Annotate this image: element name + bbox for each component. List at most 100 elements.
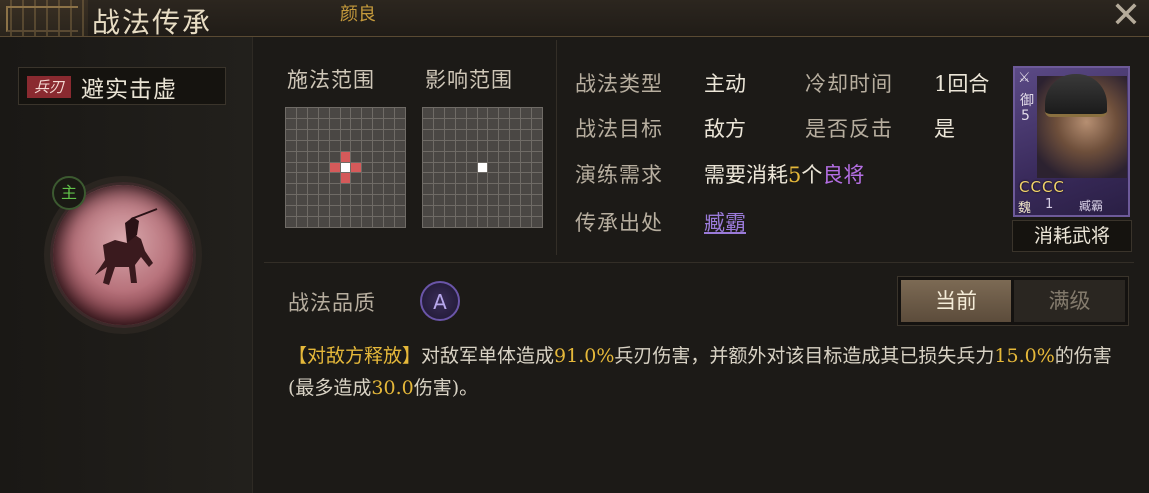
grid-cell — [351, 195, 362, 206]
quality-grade-badge: A — [420, 281, 460, 321]
grid-cell — [373, 162, 384, 173]
grid-cell — [340, 195, 351, 206]
grid-cell — [296, 140, 307, 151]
grid-cell — [510, 162, 521, 173]
grid-cell — [444, 108, 455, 118]
grid-cell — [318, 195, 329, 206]
grid-cell — [286, 108, 296, 118]
grid-cell — [499, 195, 510, 206]
grid-cell — [318, 162, 329, 173]
cast-range-grid — [285, 107, 406, 228]
grid-cell — [384, 118, 395, 129]
description-text: 对敌军单体造成 — [421, 345, 555, 367]
grid-cell — [286, 173, 296, 184]
grid-cell — [477, 184, 488, 195]
grid-cell — [477, 206, 488, 217]
horse-rider-icon — [95, 208, 158, 285]
grid-cell — [395, 108, 405, 118]
grid-cell — [433, 129, 444, 140]
grid-cell — [444, 129, 455, 140]
grid-cell — [286, 195, 296, 206]
grid-cell — [488, 151, 499, 162]
sword-icon: ⚔ — [1018, 70, 1031, 86]
grid-cell — [318, 129, 329, 140]
grid-cell — [423, 140, 433, 151]
grid-cell — [532, 151, 542, 162]
grid-cell — [362, 129, 373, 140]
grid-cell — [423, 195, 433, 206]
grid-cell — [286, 118, 296, 129]
grid-cell — [423, 129, 433, 140]
grid-cell — [373, 129, 384, 140]
grid-cell — [433, 173, 444, 184]
grid-cell — [477, 118, 488, 129]
grid-cell — [340, 118, 351, 129]
grid-cell — [373, 151, 384, 162]
grid-cell — [423, 162, 433, 173]
grid-cell — [423, 206, 433, 217]
tab-current[interactable]: 当前 — [901, 280, 1011, 322]
grid-cell — [433, 151, 444, 162]
consume-general-card[interactable]: ⚔ 御 5 CCCC 魏 1 臧霸 — [1013, 66, 1130, 217]
grid-cell — [499, 129, 510, 140]
grid-cell — [510, 217, 521, 227]
grid-cell — [307, 184, 318, 195]
grid-cell — [433, 118, 444, 129]
grid-cell — [444, 173, 455, 184]
grid-cell — [362, 162, 373, 173]
grid-cell — [362, 140, 373, 151]
grid-cell — [395, 151, 405, 162]
counter-value: 是 — [934, 117, 955, 141]
cooldown-value: 1回合 — [934, 72, 990, 96]
grid-cell — [423, 217, 433, 227]
grid-cell — [373, 108, 384, 118]
grid-cell — [499, 108, 510, 118]
grid-cell — [499, 162, 510, 173]
cast-range-label: 施法范围 — [287, 68, 375, 92]
grid-cell — [423, 108, 433, 118]
grid-cell — [488, 140, 499, 151]
grid-cell — [477, 162, 488, 173]
grid-cell — [532, 184, 542, 195]
grid-cell — [307, 162, 318, 173]
cooldown-label: 冷却时间 — [805, 72, 893, 96]
description-text: 兵刃伤害，并额外对该目标造成其已损失兵力 — [614, 345, 995, 367]
grid-cell — [395, 162, 405, 173]
grid-cell — [395, 184, 405, 195]
grid-cell — [395, 118, 405, 129]
grid-cell — [286, 162, 296, 173]
grid-cell — [286, 151, 296, 162]
grid-cell — [488, 162, 499, 173]
grid-cell — [477, 108, 488, 118]
grid-cell — [329, 151, 340, 162]
grid-cell — [351, 173, 362, 184]
grid-cell — [466, 173, 477, 184]
grid-cell — [466, 140, 477, 151]
requirement-quality: 良将 — [822, 163, 865, 187]
grid-cell — [307, 140, 318, 151]
description-value: 15.0% — [994, 345, 1055, 367]
grid-cell — [395, 173, 405, 184]
source-general-link[interactable]: 臧霸 — [704, 207, 746, 237]
requirement-unit: 个 — [801, 163, 823, 187]
close-button[interactable]: ✕ — [1108, 0, 1144, 34]
effect-range-label: 影响范围 — [425, 68, 513, 92]
grid-cell — [395, 217, 405, 227]
grid-cell — [532, 118, 542, 129]
grid-cell — [373, 140, 384, 151]
grid-cell — [521, 217, 532, 227]
tab-max-level[interactable]: 满级 — [1014, 280, 1125, 322]
grid-cell — [499, 118, 510, 129]
grid-cell — [384, 206, 395, 217]
skill-type-tag: 兵刃 — [27, 76, 71, 98]
grid-cell — [340, 173, 351, 184]
grid-cell — [455, 217, 466, 227]
grid-cell — [340, 184, 351, 195]
grid-cell — [296, 129, 307, 140]
grid-cell — [351, 108, 362, 118]
effect-range-grid — [422, 107, 543, 228]
grid-cell — [351, 184, 362, 195]
grid-cell — [488, 195, 499, 206]
grid-cell — [296, 217, 307, 227]
grid-cell — [384, 129, 395, 140]
